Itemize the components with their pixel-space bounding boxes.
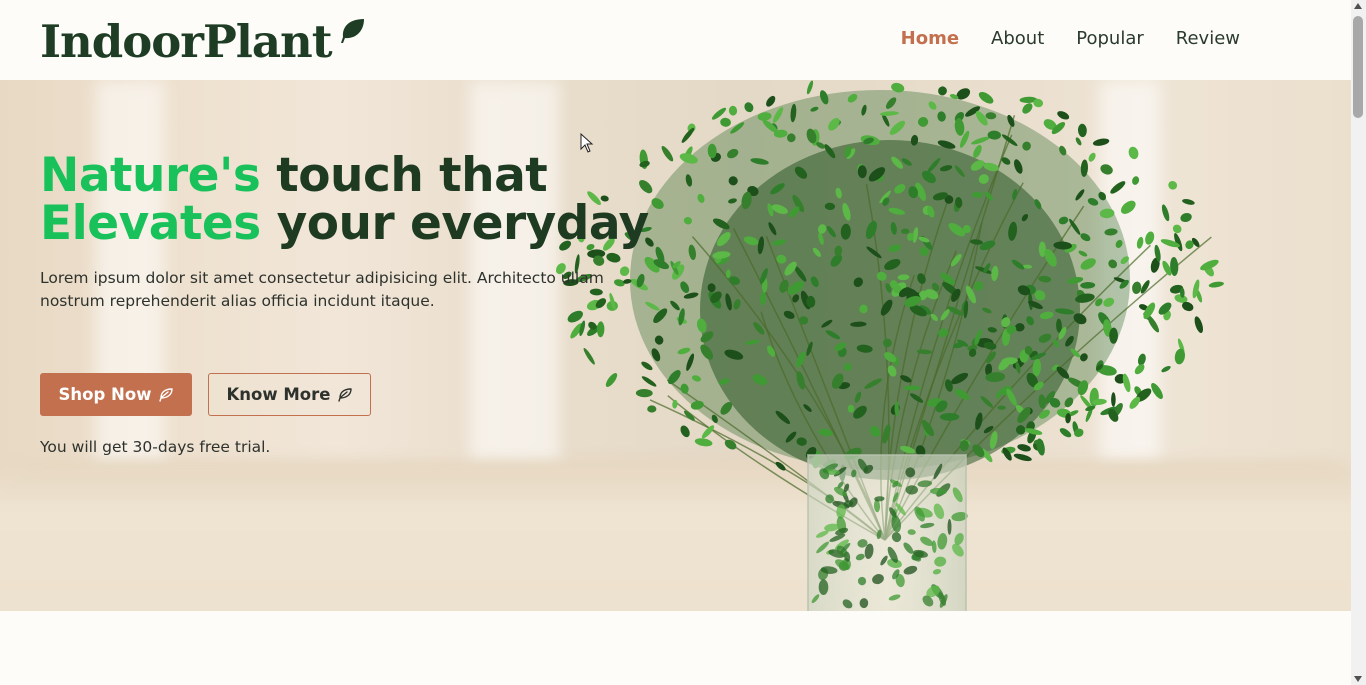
shop-now-label: Shop Now bbox=[58, 385, 152, 404]
know-more-label: Know More bbox=[226, 385, 331, 404]
title-accent-1: Nature's bbox=[40, 148, 261, 203]
nav-review[interactable]: Review bbox=[1176, 28, 1240, 49]
leaf-outline-icon bbox=[159, 387, 174, 402]
hero-description: Lorem ipsum dolor sit amet consectetur a… bbox=[40, 269, 604, 310]
scroll-up-arrow-icon[interactable] bbox=[1354, 3, 1362, 9]
vertical-scrollbar[interactable] bbox=[1351, 0, 1366, 685]
title-rest-2: your everyday bbox=[260, 196, 650, 251]
scroll-thumb[interactable] bbox=[1353, 16, 1363, 118]
title-rest-1: touch that bbox=[260, 148, 548, 203]
trial-note: You will get 30-days free trial. bbox=[40, 438, 271, 456]
nav-popular[interactable]: Popular bbox=[1076, 28, 1144, 49]
logo-text: IndoorPlant bbox=[40, 15, 333, 68]
site-header: IndoorPlant Home About Popular Review bbox=[0, 0, 1351, 80]
nav-home[interactable]: Home bbox=[901, 28, 959, 49]
know-more-button[interactable]: Know More bbox=[208, 373, 371, 416]
title-accent-2: Elevates bbox=[40, 196, 261, 251]
hero-section: Nature's touch that Elevates your everyd… bbox=[0, 80, 1351, 611]
mouse-cursor-icon bbox=[580, 133, 594, 153]
next-section bbox=[0, 611, 1351, 685]
nav-about[interactable]: About bbox=[991, 28, 1044, 49]
scroll-down-arrow-icon[interactable] bbox=[1354, 676, 1362, 682]
leaf-outline-icon bbox=[338, 387, 353, 402]
main-nav: Home About Popular Review bbox=[901, 28, 1240, 49]
logo[interactable]: IndoorPlant bbox=[40, 12, 366, 72]
shop-now-button[interactable]: Shop Now bbox=[40, 373, 192, 416]
hero-title: Nature's touch that Elevates your everyd… bbox=[40, 152, 649, 248]
leaf-icon bbox=[340, 19, 364, 43]
plant-image bbox=[555, 80, 1224, 611]
